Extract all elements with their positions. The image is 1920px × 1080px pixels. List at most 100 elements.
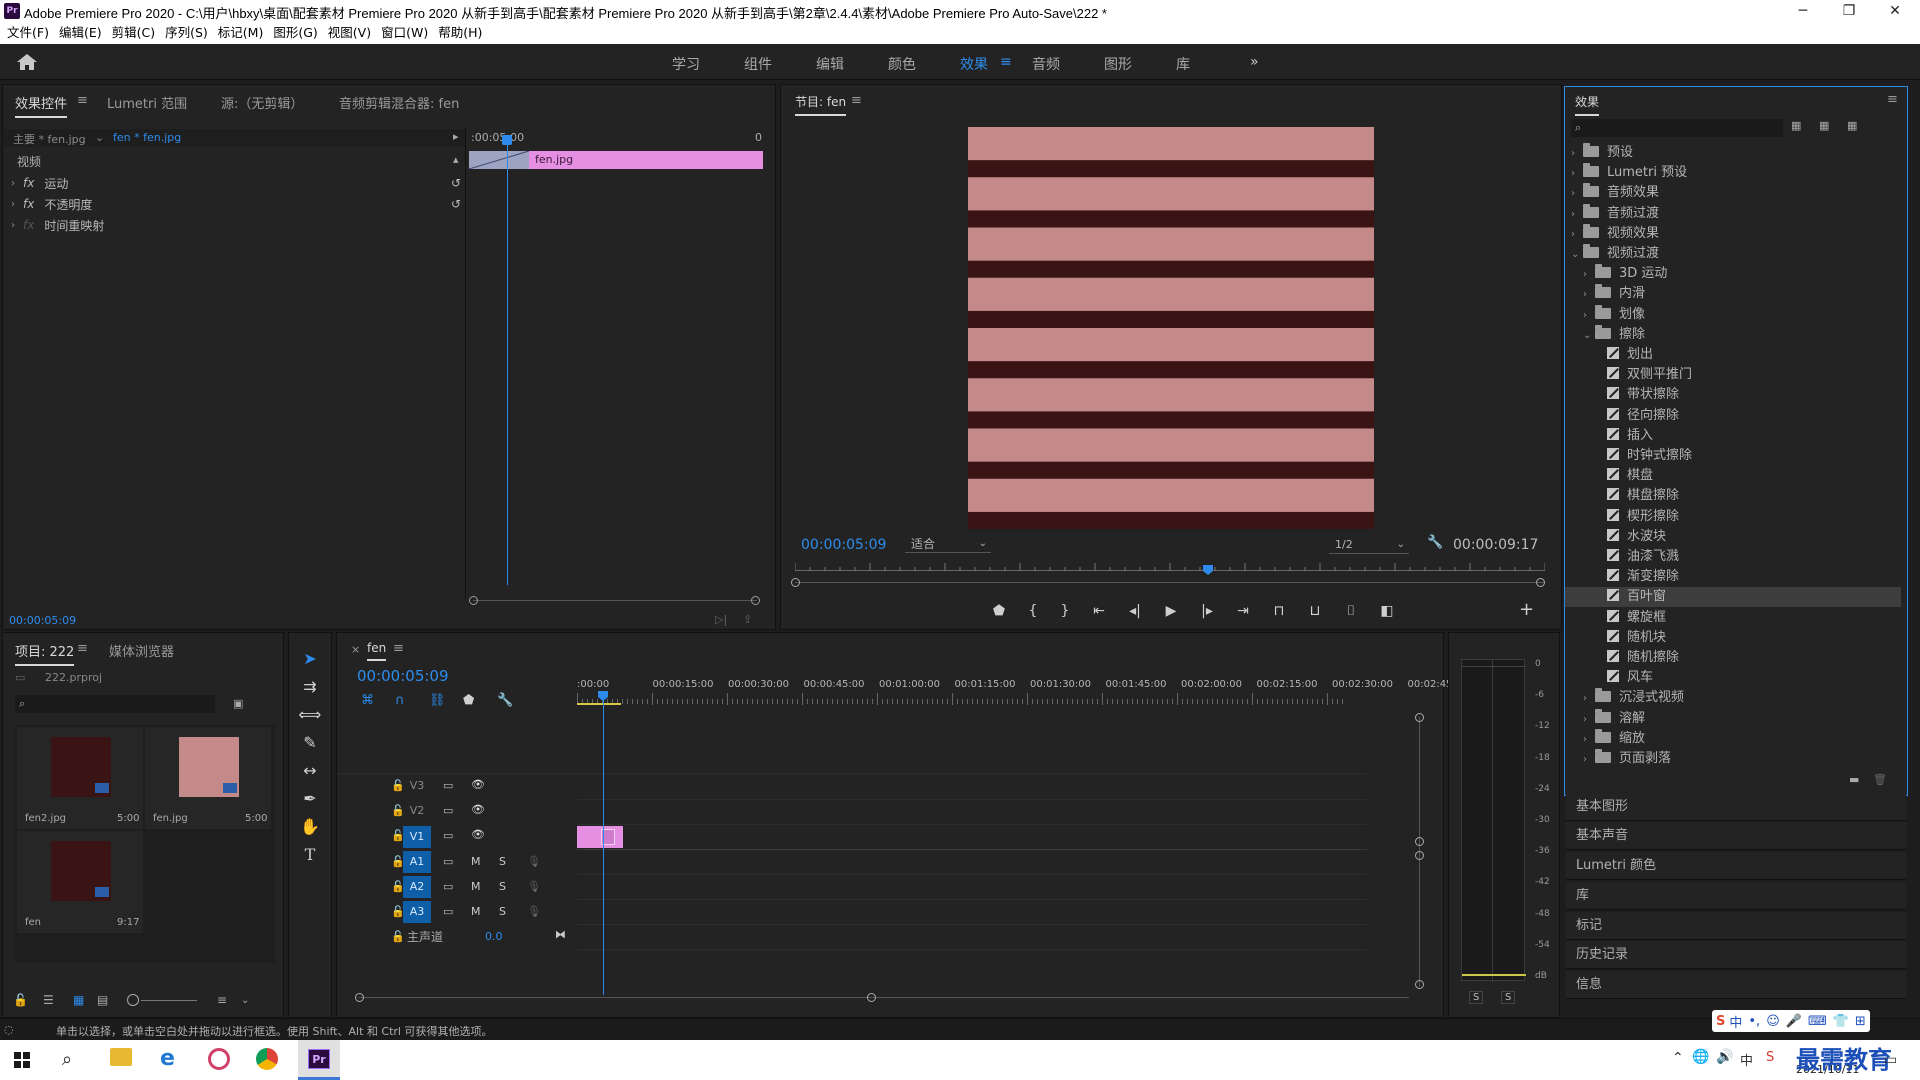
menu-view[interactable]: 视图(V)	[328, 22, 371, 44]
dock-info[interactable]: 信息	[1566, 971, 1906, 999]
video-scroll-bottom[interactable]	[1415, 837, 1424, 846]
toolbox-icon[interactable]: ⊞	[1855, 1014, 1866, 1029]
file-explorer-icon[interactable]	[110, 1048, 132, 1066]
export-icon[interactable]: ⇪	[743, 613, 752, 626]
eye-icon[interactable]: 👁	[471, 778, 485, 791]
project-item-fen-sequence[interactable]: fen 9:17	[17, 831, 143, 933]
notification-icon[interactable]: ▭	[1884, 1052, 1897, 1068]
tab-lumetri-scopes[interactable]: Lumetri 范围	[107, 93, 187, 112]
chevron-right-icon[interactable]: ›	[1571, 184, 1583, 204]
transition-overlay[interactable]	[468, 150, 530, 170]
effect-folder[interactable]: › 划像	[1565, 304, 1901, 326]
effect-folder[interactable]: › 页面剥落	[1565, 749, 1901, 769]
program-timecode[interactable]: 00:00:05:09	[801, 537, 886, 553]
menu-window[interactable]: 窗口(W)	[381, 22, 428, 44]
punctuation-icon[interactable]: •,	[1748, 1014, 1760, 1029]
windows-start-icon[interactable]	[14, 1052, 30, 1068]
effect-item[interactable]: 划出	[1565, 345, 1901, 365]
effect-item[interactable]: 百叶窗	[1565, 587, 1901, 608]
chevron-right-icon[interactable]: ›	[1571, 205, 1583, 225]
timeline-settings-icon[interactable]: 🔧	[497, 693, 531, 708]
sogou-ime-icon[interactable]: S	[1766, 1050, 1774, 1065]
32bit-effects-icon[interactable]: ▦	[1819, 119, 1829, 132]
effect-folder[interactable]: › 内滑	[1565, 284, 1901, 304]
effect-item[interactable]: 风车	[1565, 668, 1901, 688]
solo-button[interactable]: S	[499, 855, 506, 868]
chevron-right-icon[interactable]: ›	[1583, 285, 1595, 305]
tab-audio-clip-mixer[interactable]: 音频剪辑混合器: fen	[339, 93, 459, 112]
timeline-playhead[interactable]	[603, 695, 604, 995]
button-editor-icon[interactable]: +	[1519, 599, 1534, 620]
dock-essential-graphics[interactable]: 基本图形	[1566, 793, 1906, 821]
mute-button[interactable]: M	[471, 855, 481, 868]
scroll-up-icon[interactable]: ▴	[453, 153, 459, 166]
menu-help[interactable]: 帮助(H)	[438, 22, 482, 44]
effect-item[interactable]: 径向擦除	[1565, 406, 1901, 426]
chevron-right-icon[interactable]: ›	[1571, 225, 1583, 245]
eye-icon[interactable]: 👁	[471, 803, 485, 816]
sync-lock-icon[interactable]: ▭	[443, 880, 453, 893]
project-item-fen-jpg[interactable]: fen.jpg 5:00	[145, 727, 271, 829]
source-patch-v1[interactable]: V1	[403, 826, 431, 848]
chrome-icon[interactable]	[256, 1048, 278, 1070]
accelerated-effects-icon[interactable]: ▦	[1791, 119, 1801, 132]
effect-item[interactable]: 随机擦除	[1565, 648, 1901, 668]
wrench-icon[interactable]: 🔧	[1427, 535, 1443, 550]
delete-icon[interactable]: 🗑	[1873, 773, 1887, 786]
workspace-menu-icon[interactable]: ≡	[1000, 54, 1012, 70]
solo-button[interactable]: S	[499, 880, 506, 893]
zoom-handle-right[interactable]	[1536, 578, 1545, 587]
audio-scroll-top[interactable]	[1415, 851, 1424, 860]
sync-lock-icon[interactable]: ▭	[443, 829, 453, 842]
effect-folder[interactable]: › 预设	[1565, 143, 1901, 163]
chevron-down-icon[interactable]: ⌄	[1571, 245, 1583, 265]
dock-libraries[interactable]: 库	[1566, 882, 1906, 910]
workspace-color[interactable]: 颜色	[888, 54, 916, 74]
effect-item[interactable]: 时钟式擦除	[1565, 446, 1901, 466]
list-view-icon[interactable]: ☰	[43, 993, 73, 1007]
audio-scroll-bottom[interactable]	[1415, 980, 1424, 989]
effect-folder[interactable]: › 3D 运动	[1565, 264, 1901, 284]
timeline-timecode[interactable]: 00:00:05:09	[357, 667, 449, 685]
effect-folder[interactable]: › 音频效果	[1565, 183, 1901, 203]
track-select-tool-icon[interactable]: ⇉	[295, 677, 325, 705]
chevron-down-icon[interactable]: ⌄	[241, 995, 253, 1006]
chevron-right-icon[interactable]: ›	[1583, 306, 1595, 326]
effect-item[interactable]: 棋盘	[1565, 466, 1901, 486]
work-area-bar[interactable]	[577, 703, 621, 705]
effect-item[interactable]: 双侧平推门	[1565, 365, 1901, 385]
source-patch-a1[interactable]: A1	[403, 851, 431, 873]
mute-button[interactable]: M	[471, 880, 481, 893]
effect-item[interactable]: 带状擦除	[1565, 385, 1901, 405]
chevron-right-icon[interactable]: ›	[1583, 750, 1595, 770]
export-frame-icon[interactable]: ⌷	[1333, 603, 1369, 619]
compare-view-icon[interactable]: ◧	[1369, 603, 1405, 619]
dock-essential-sound[interactable]: 基本声音	[1566, 822, 1906, 850]
fx-icon[interactable]: fx	[23, 176, 34, 190]
type-tool-icon[interactable]: T	[295, 845, 325, 873]
sync-lock-icon[interactable]: ▭	[443, 804, 453, 817]
sync-lock-icon[interactable]: ▭	[443, 779, 453, 792]
program-video-frame[interactable]	[968, 127, 1374, 529]
menu-graphics[interactable]: 图形(G)	[273, 22, 317, 44]
workspace-libraries[interactable]: 库	[1176, 54, 1190, 74]
tab-project[interactable]: 项目: 222	[15, 641, 75, 666]
effect-item[interactable]: 渐变擦除	[1565, 567, 1901, 587]
project-menu-icon[interactable]: ≡	[77, 641, 88, 656]
timeline-clip-fen-jpg[interactable]	[577, 826, 623, 848]
sequence-menu-icon[interactable]: ≡	[393, 641, 404, 656]
ec-playhead[interactable]	[507, 135, 508, 585]
workspace-effects[interactable]: 效果	[960, 54, 988, 74]
timeline-ruler[interactable]: :00:00 00:00:15:00 00:00:30:00 00:00:45:00 0…	[577, 677, 1456, 707]
dock-history[interactable]: 历史记录	[1566, 941, 1906, 969]
program-playhead[interactable]	[1203, 565, 1213, 575]
mute-button[interactable]: M	[471, 905, 481, 918]
maximize-icon[interactable]: ❐	[1826, 0, 1872, 22]
effects-title[interactable]: 效果	[1575, 93, 1600, 116]
effect-folder[interactable]: › 沉浸式视频	[1565, 688, 1901, 708]
chevron-right-icon[interactable]: ›	[1583, 730, 1595, 750]
step-back-icon[interactable]: ◂|	[1117, 603, 1153, 619]
filter-icon[interactable]: ▷|	[715, 613, 727, 626]
razor-tool-icon[interactable]: ✎	[295, 733, 325, 761]
go-to-in-icon[interactable]: ⇤	[1081, 603, 1117, 619]
